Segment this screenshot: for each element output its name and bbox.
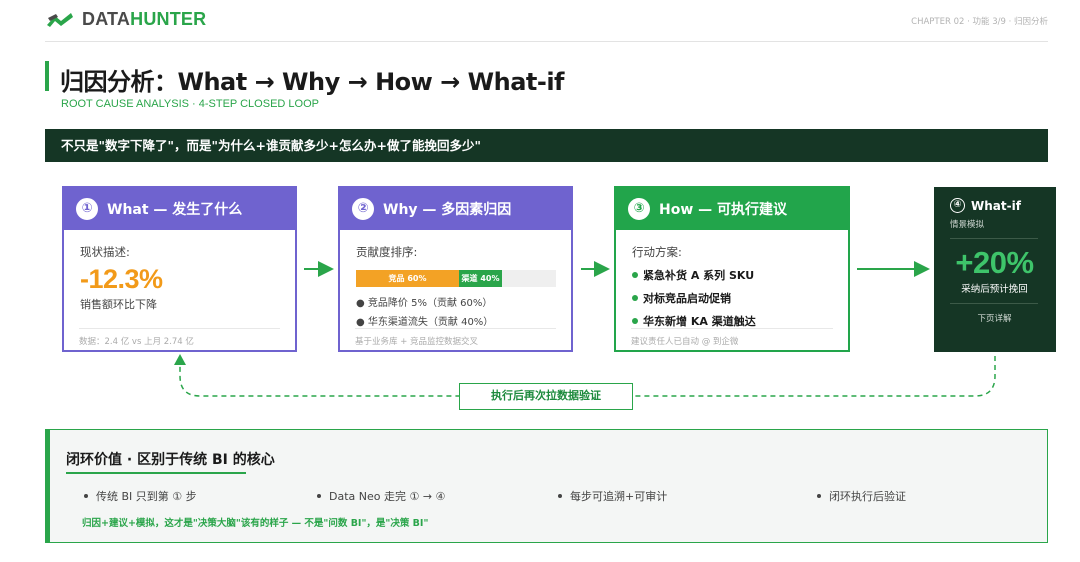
bullet-dot xyxy=(84,494,88,498)
card-why: ② Why — 多因素归因 贡献度排序: 竞品 60% 渠道 40% ● 竞品降… xyxy=(338,186,573,352)
card-whatif-header: ④ What-if xyxy=(950,198,1056,213)
card-how-title: How — 可执行建议 xyxy=(659,202,788,218)
card-why-label: 贡献度排序: xyxy=(356,245,418,259)
page-title: 归因分析：What → Why → How → What-if xyxy=(60,68,565,96)
card-what-footnote: 数据：2.4 亿 vs 上月 2.74 亿 xyxy=(79,328,280,347)
card-whatif-subtitle: 情景模拟 xyxy=(950,220,985,230)
action-item: 华东新增 KA 渠道触达 xyxy=(632,313,833,329)
card-how-header: ③ How — 可执行建议 xyxy=(616,188,848,230)
bullet-dot xyxy=(632,295,638,301)
step-4-badge: ④ xyxy=(950,198,965,213)
card-why-title: Why — 多因素归因 xyxy=(383,202,512,218)
title-accent-bar xyxy=(45,61,49,91)
card-what-header: ① What — 发生了什么 xyxy=(64,188,295,230)
bullet-dot xyxy=(817,494,821,498)
action-item: 对标竞品启动促销 xyxy=(632,290,833,306)
card-whatif[interactable]: ④ What-if 情景模拟 +20% 采纳后预计挽回 下页详解 xyxy=(934,187,1056,352)
logo-text: DATAHUNTER xyxy=(82,9,207,29)
contribution-segment-channel: 渠道 40% xyxy=(459,270,502,287)
bullet-dot xyxy=(317,494,321,498)
contribution-bar: 竞品 60% 渠道 40% xyxy=(356,270,556,287)
page-subtitle: ROOT CAUSE ANALYSIS · 4-STEP CLOSED LOOP xyxy=(61,98,319,110)
loop-label: 执行后再次拉数据验证 xyxy=(459,383,633,410)
feedback-loop-arrowhead xyxy=(174,354,186,365)
decline-description: 销售额环比下降 xyxy=(80,298,157,311)
step-3-badge: ③ xyxy=(628,198,650,220)
bullet-dot xyxy=(632,318,638,324)
logo: DATAHUNTER xyxy=(45,9,206,30)
logo-icon xyxy=(47,12,73,27)
card-how-label: 行动方案: xyxy=(632,245,682,259)
card-whatif-title: What-if xyxy=(971,198,1021,213)
list-item: 传统 BI 只到第 ① 步 xyxy=(84,488,197,504)
value-panel: 闭环价值 · 区别于传统 BI 的核心 传统 BI 只到第 ① 步 Data N… xyxy=(45,429,1048,543)
panel-note: 归因+建议+模拟，这才是"决策大脑"该有的样子 — 不是"问数 BI"，是"决策… xyxy=(82,518,429,529)
action-item: 紧急补货 A 系列 SKU xyxy=(632,267,833,283)
card-how: ③ How — 可执行建议 行动方案: 紧急补货 A 系列 SKU 对标竞品启动… xyxy=(614,186,850,352)
divider xyxy=(950,238,1038,239)
card-why-footnote: 基于业务库 + 竞品监控数据交叉 xyxy=(355,328,556,347)
list-item: 每步可追溯+可审计 xyxy=(558,488,667,504)
panel-title-underline xyxy=(66,472,246,474)
card-what-label: 现状描述: xyxy=(80,245,130,259)
list-item: 闭环执行后验证 xyxy=(817,488,906,504)
bullet-dot xyxy=(632,272,638,278)
card-why-header: ② Why — 多因素归因 xyxy=(340,188,571,230)
card-how-footnote: 建议责任人已自动 @ 到企微 xyxy=(631,328,833,347)
contribution-segment-competitor: 竞品 60% xyxy=(356,270,459,287)
list-item: ● 华东渠道流失（贡献 40%） xyxy=(356,317,494,328)
step-1-badge: ① xyxy=(76,198,98,220)
card-what-title: What — 发生了什么 xyxy=(107,202,243,218)
decline-value: -12.3% xyxy=(80,264,163,294)
card-what: ① What — 发生了什么 现状描述: -12.3% 销售额环比下降 数据：2… xyxy=(62,186,297,352)
divider xyxy=(950,303,1038,304)
recovery-caption: 采纳后预计挽回 xyxy=(961,284,1028,295)
next-page-link[interactable]: 下页详解 xyxy=(950,312,1039,324)
chapter-indicator: CHAPTER 02 · 功能 3/9 · 归因分析 xyxy=(911,17,1048,27)
list-item: ● 竞品降价 5%（贡献 60%） xyxy=(356,298,493,309)
bullet-dot xyxy=(558,494,562,498)
list-item: Data Neo 走完 ① → ④ xyxy=(317,488,445,504)
panel-title: 闭环价值 · 区别于传统 BI 的核心 xyxy=(66,452,275,468)
recovery-value: +20% xyxy=(955,245,1034,280)
key-message-banner: 不只是"数字下降了"，而是"为什么+谁贡献多少+怎么办+做了能挽回多少" xyxy=(45,129,1048,162)
top-bar: DATAHUNTER CHAPTER 02 · 功能 3/9 · 归因分析 xyxy=(45,8,1048,42)
step-2-badge: ② xyxy=(352,198,374,220)
